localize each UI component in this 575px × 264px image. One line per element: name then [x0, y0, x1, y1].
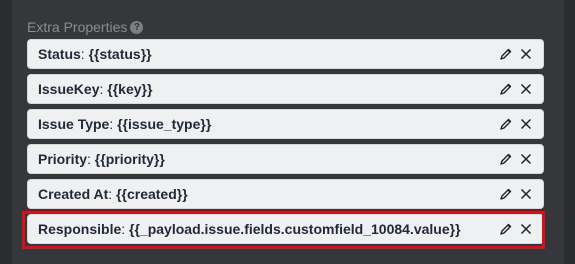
close-icon[interactable]	[519, 117, 533, 131]
property-value: {{created}}	[116, 186, 188, 202]
property-value: {{status}}	[88, 46, 152, 62]
close-icon[interactable]	[519, 222, 533, 236]
property-label: IssueKey: {{key}}	[38, 81, 153, 97]
close-icon[interactable]	[519, 82, 533, 96]
property-label: Status: {{status}}	[38, 46, 152, 62]
property-label: Created At: {{created}}	[38, 186, 188, 202]
help-icon[interactable]: ?	[130, 20, 144, 34]
property-row-issue-type: Issue Type: {{issue_type}}	[27, 109, 544, 139]
close-icon[interactable]	[519, 47, 533, 61]
pencil-icon[interactable]	[499, 47, 513, 61]
close-icon[interactable]	[519, 152, 533, 166]
property-row-status: Status: {{status}}	[27, 39, 544, 69]
pencil-icon[interactable]	[499, 82, 513, 96]
pencil-icon[interactable]	[499, 187, 513, 201]
property-label: Issue Type: {{issue_type}}	[38, 116, 212, 132]
close-icon[interactable]	[519, 187, 533, 201]
property-row-responsible: Responsible: {{_payload.issue.fields.cus…	[27, 214, 544, 244]
property-row-priority: Priority: {{priority}}	[27, 144, 544, 174]
property-value: {{_payload.issue.fields.customfield_1008…	[129, 221, 461, 237]
pencil-icon[interactable]	[499, 152, 513, 166]
pencil-icon[interactable]	[499, 117, 513, 131]
property-key: IssueKey	[38, 81, 100, 97]
property-key: Created At	[38, 186, 109, 202]
property-row-created-at: Created At: {{created}}	[27, 179, 544, 209]
property-key: Status	[38, 46, 81, 62]
property-value: {{priority}}	[94, 151, 165, 167]
property-key: Priority	[38, 151, 88, 167]
property-key: Responsible	[38, 221, 122, 237]
extra-properties-panel: Extra Properties ? Status: {{status}} Is…	[12, 0, 564, 264]
pencil-icon[interactable]	[499, 222, 513, 236]
property-label: Responsible: {{_payload.issue.fields.cus…	[38, 221, 461, 237]
section-header: Extra Properties ?	[27, 18, 144, 36]
property-list: Status: {{status}} IssueKey: {{key}} Iss…	[27, 39, 544, 249]
property-row-issuekey: IssueKey: {{key}}	[27, 74, 544, 104]
property-value: {{key}}	[107, 81, 153, 97]
property-value: {{issue_type}}	[117, 116, 212, 132]
property-key: Issue Type	[38, 116, 110, 132]
section-title: Extra Properties	[27, 19, 128, 35]
property-label: Priority: {{priority}}	[38, 151, 165, 167]
